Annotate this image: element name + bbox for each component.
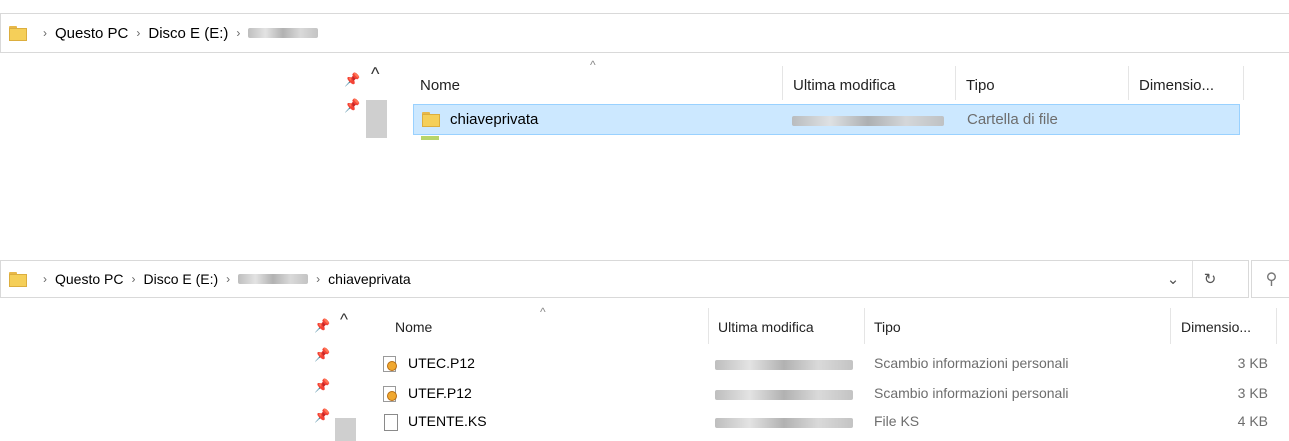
column-header-size[interactable]: Dimensio... <box>1181 319 1251 335</box>
chevron-right-icon[interactable]: › <box>131 272 135 286</box>
column-divider[interactable] <box>1276 308 1277 344</box>
file-name: chiaveprivata <box>450 111 539 128</box>
chevron-right-icon[interactable]: › <box>236 26 240 40</box>
modified-date-redacted <box>715 418 853 428</box>
breadcrumb-questo-pc[interactable]: Questo PC <box>55 271 123 287</box>
folder-icon <box>9 271 27 287</box>
pin-icon[interactable]: 📌 <box>314 378 330 394</box>
scrollbar-thumb[interactable] <box>335 418 356 441</box>
column-header-name[interactable]: Nome <box>395 319 432 335</box>
refresh-icon[interactable]: ↻ <box>1192 261 1227 297</box>
file-type: Scambio informazioni personali <box>874 355 1069 371</box>
pin-icon[interactable]: 📌 <box>344 98 360 114</box>
column-header-modified[interactable]: Ultima modifica <box>793 77 896 94</box>
column-header-name[interactable]: Nome <box>420 77 460 94</box>
chevron-down-icon[interactable]: ⌄ <box>1156 261 1190 297</box>
pin-icon[interactable]: 📌 <box>314 318 330 334</box>
modified-date-redacted <box>792 116 944 126</box>
breadcrumb-redacted[interactable] <box>248 28 319 38</box>
file-size: 3 KB <box>1237 355 1268 371</box>
breadcrumb-redacted[interactable] <box>238 274 309 284</box>
column-divider[interactable] <box>864 308 865 344</box>
chevron-right-icon[interactable]: › <box>316 272 320 286</box>
explorer-pane-bottom: › Questo PC › Disco E (E:) › › chiavepri… <box>0 250 1289 441</box>
table-row[interactable]: UTENTE.KS File KS 4 KB <box>382 411 1282 433</box>
chevron-right-icon[interactable]: › <box>43 272 47 286</box>
modified-date-redacted <box>715 390 853 400</box>
column-divider[interactable] <box>1243 66 1244 100</box>
folder-icon-partial <box>421 136 439 140</box>
column-header-size[interactable]: Dimensio... <box>1139 77 1214 94</box>
folder-icon <box>422 112 440 127</box>
chevron-right-icon[interactable]: › <box>226 272 230 286</box>
certificate-icon <box>382 356 398 372</box>
file-type: Scambio informazioni personali <box>874 385 1069 401</box>
chevron-right-icon[interactable]: › <box>136 26 140 40</box>
sort-ascending-icon: ^ <box>590 58 596 72</box>
breadcrumb-disco-e[interactable]: Disco E (E:) <box>143 271 218 287</box>
list-item[interactable]: chiaveprivata Cartella di file <box>413 104 1240 135</box>
table-row[interactable]: UTEF.P12 Scambio informazioni personali … <box>382 383 1282 405</box>
file-type: File KS <box>874 413 920 429</box>
file-icon <box>384 413 398 431</box>
folder-icon <box>9 25 27 41</box>
breadcrumb-chiaveprivata[interactable]: chiaveprivata <box>328 271 411 287</box>
pin-icon[interactable]: 📌 <box>344 72 360 88</box>
scroll-up-icon[interactable]: ^ <box>371 64 379 85</box>
file-size: 4 KB <box>1237 413 1268 429</box>
certificate-icon <box>382 386 398 402</box>
scrollbar-thumb[interactable] <box>366 100 387 138</box>
column-header-modified[interactable]: Ultima modifica <box>718 319 814 335</box>
column-divider[interactable] <box>1170 308 1171 344</box>
file-name: UTEC.P12 <box>408 355 475 371</box>
modified-date-redacted <box>715 360 853 370</box>
pin-icon[interactable]: 📌 <box>314 408 330 424</box>
column-divider[interactable] <box>708 308 709 344</box>
column-divider[interactable] <box>782 66 783 100</box>
file-name: UTENTE.KS <box>408 413 487 429</box>
search-icon[interactable]: ⚲ <box>1251 260 1289 298</box>
file-size: 3 KB <box>1237 385 1268 401</box>
address-bar[interactable]: › Questo PC › Disco E (E:) › › chiavepri… <box>0 260 1249 298</box>
column-divider[interactable] <box>955 66 956 100</box>
column-header-type[interactable]: Tipo <box>874 319 901 335</box>
sort-ascending-icon: ^ <box>540 305 546 319</box>
scroll-up-icon[interactable]: ^ <box>340 310 348 330</box>
table-row[interactable]: UTEC.P12 Scambio informazioni personali … <box>382 353 1282 375</box>
pin-icon[interactable]: 📌 <box>314 347 330 363</box>
column-divider[interactable] <box>1128 66 1129 100</box>
breadcrumb-disco-e[interactable]: Disco E (E:) <box>148 25 228 42</box>
address-bar[interactable]: › Questo PC › Disco E (E:) › <box>0 13 1289 53</box>
file-name: UTEF.P12 <box>408 385 472 401</box>
explorer-pane-top: › Questo PC › Disco E (E:) › 📌 ^ 📌 ^ Nom… <box>0 0 1289 150</box>
column-header-type[interactable]: Tipo <box>966 77 995 94</box>
file-type: Cartella di file <box>967 111 1058 128</box>
breadcrumb-questo-pc[interactable]: Questo PC <box>55 25 128 42</box>
chevron-right-icon[interactable]: › <box>43 26 47 40</box>
